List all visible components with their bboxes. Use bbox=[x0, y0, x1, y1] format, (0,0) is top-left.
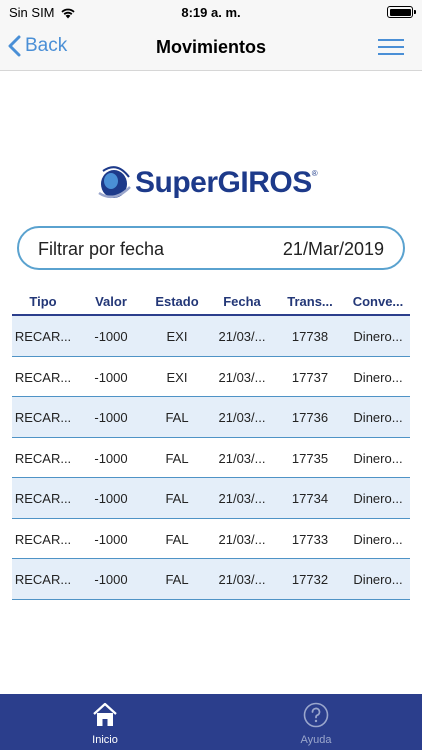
tab-bar: Inicio Ayuda bbox=[0, 694, 422, 750]
cell-tipo: RECAR... bbox=[14, 450, 72, 466]
status-bar: Sin SIM 8:19 a. m. bbox=[0, 0, 422, 24]
tab-ayuda-label: Ayuda bbox=[300, 734, 332, 746]
cell-transaccion: 17738 bbox=[291, 329, 329, 344]
date-filter-label: Filtrar por fecha bbox=[38, 239, 165, 259]
cell-convenio: Dinero... bbox=[353, 572, 403, 587]
cell-transaccion: 17737 bbox=[291, 369, 329, 385]
cell-valor: -1000 bbox=[94, 329, 128, 344]
cell-transaccion: 17736 bbox=[291, 410, 329, 425]
date-filter-field[interactable]: Filtrar por fecha 21/Mar/2019 bbox=[17, 226, 405, 270]
cell-fecha: 21/03/... bbox=[218, 491, 266, 506]
cell-tipo: RECAR... bbox=[14, 572, 72, 587]
tab-inicio[interactable]: Inicio bbox=[65, 694, 145, 750]
cell-transaccion: 17732 bbox=[291, 572, 329, 587]
table-row[interactable]: RECAR... -1000 FAL 21/03/... 17735 Diner… bbox=[12, 438, 410, 478]
cell-estado: FAL bbox=[165, 572, 189, 587]
cell-tipo: RECAR... bbox=[14, 329, 72, 344]
cell-tipo: RECAR... bbox=[14, 531, 72, 547]
cell-estado: EXI bbox=[166, 329, 188, 344]
date-filter-value[interactable]: 21/Mar/2019 bbox=[283, 239, 384, 260]
cell-fecha: 21/03/... bbox=[218, 531, 266, 547]
cell-tipo: RECAR... bbox=[14, 410, 72, 425]
battery-level bbox=[389, 8, 411, 16]
cell-valor: -1000 bbox=[94, 531, 128, 547]
table-row[interactable]: RECAR... -1000 FAL 21/03/... 17736 Diner… bbox=[12, 397, 410, 438]
table-row[interactable]: RECAR... -1000 FAL 21/03/... 17732 Diner… bbox=[12, 559, 410, 600]
page-title: Movimientos bbox=[155, 37, 266, 57]
cell-estado: EXI bbox=[166, 369, 188, 385]
cell-convenio: Dinero... bbox=[353, 329, 403, 344]
cell-fecha: 21/03/... bbox=[218, 410, 266, 425]
cell-valor: -1000 bbox=[94, 491, 128, 506]
cell-estado: FAL bbox=[165, 410, 189, 425]
tab-ayuda[interactable]: Ayuda bbox=[276, 694, 356, 750]
table-row[interactable]: RECAR... -1000 FAL 21/03/... 17733 Diner… bbox=[12, 519, 410, 559]
cell-tipo: RECAR... bbox=[14, 491, 72, 506]
cell-estado: FAL bbox=[165, 491, 189, 506]
hamburger-menu-icon[interactable] bbox=[378, 39, 404, 57]
cell-valor: -1000 bbox=[94, 369, 128, 385]
table-row[interactable]: RECAR... -1000 FAL 21/03/... 17734 Diner… bbox=[12, 478, 410, 519]
cell-convenio: Dinero... bbox=[353, 369, 403, 385]
header-fecha[interactable]: Fecha bbox=[210, 294, 274, 309]
globe-logo-icon bbox=[98, 166, 131, 199]
cell-transaccion: 17733 bbox=[291, 531, 329, 547]
cell-valor: -1000 bbox=[94, 572, 128, 587]
table-row[interactable]: RECAR... -1000 EXI 21/03/... 17738 Diner… bbox=[12, 316, 410, 357]
cell-valor: -1000 bbox=[94, 450, 128, 466]
cell-estado: FAL bbox=[165, 531, 189, 547]
question-circle-icon bbox=[303, 702, 329, 728]
cell-convenio: Dinero... bbox=[353, 450, 403, 466]
tab-inicio-label: Inicio bbox=[92, 734, 118, 746]
logo-text: SuperGIROS bbox=[135, 166, 312, 199]
cell-fecha: 21/03/... bbox=[218, 329, 266, 344]
movements-table: Tipo Valor Estado Fecha Trans... Conve..… bbox=[12, 286, 410, 600]
header-tipo[interactable]: Tipo bbox=[12, 294, 74, 309]
cell-fecha: 21/03/... bbox=[218, 450, 266, 466]
table-header: Tipo Valor Estado Fecha Trans... Conve..… bbox=[12, 286, 410, 316]
cell-fecha: 21/03/... bbox=[218, 369, 266, 385]
cell-fecha: 21/03/... bbox=[218, 572, 266, 587]
table-row[interactable]: RECAR... -1000 EXI 21/03/... 17737 Diner… bbox=[12, 357, 410, 397]
cell-convenio: Dinero... bbox=[353, 531, 403, 547]
status-time: 8:19 a. m. bbox=[181, 5, 241, 20]
header-estado[interactable]: Estado bbox=[148, 294, 206, 309]
header-valor[interactable]: Valor bbox=[82, 294, 140, 309]
house-icon bbox=[93, 702, 117, 726]
cell-convenio: Dinero... bbox=[353, 491, 403, 506]
cell-tipo: RECAR... bbox=[14, 369, 72, 385]
header-transaccion[interactable]: Trans... bbox=[282, 294, 338, 309]
cell-estado: FAL bbox=[165, 450, 189, 466]
cell-valor: -1000 bbox=[94, 410, 128, 425]
battery-icon bbox=[387, 6, 416, 18]
supergiros-logo: SuperGIROS ® bbox=[97, 163, 327, 203]
logo-registered-mark: ® bbox=[311, 169, 318, 178]
header-convenio[interactable]: Conve... bbox=[346, 294, 410, 309]
cell-convenio: Dinero... bbox=[353, 410, 403, 425]
cell-transaccion: 17734 bbox=[291, 491, 329, 506]
nav-bar: Back Movimientos bbox=[0, 24, 422, 71]
cell-transaccion: 17735 bbox=[291, 450, 329, 466]
